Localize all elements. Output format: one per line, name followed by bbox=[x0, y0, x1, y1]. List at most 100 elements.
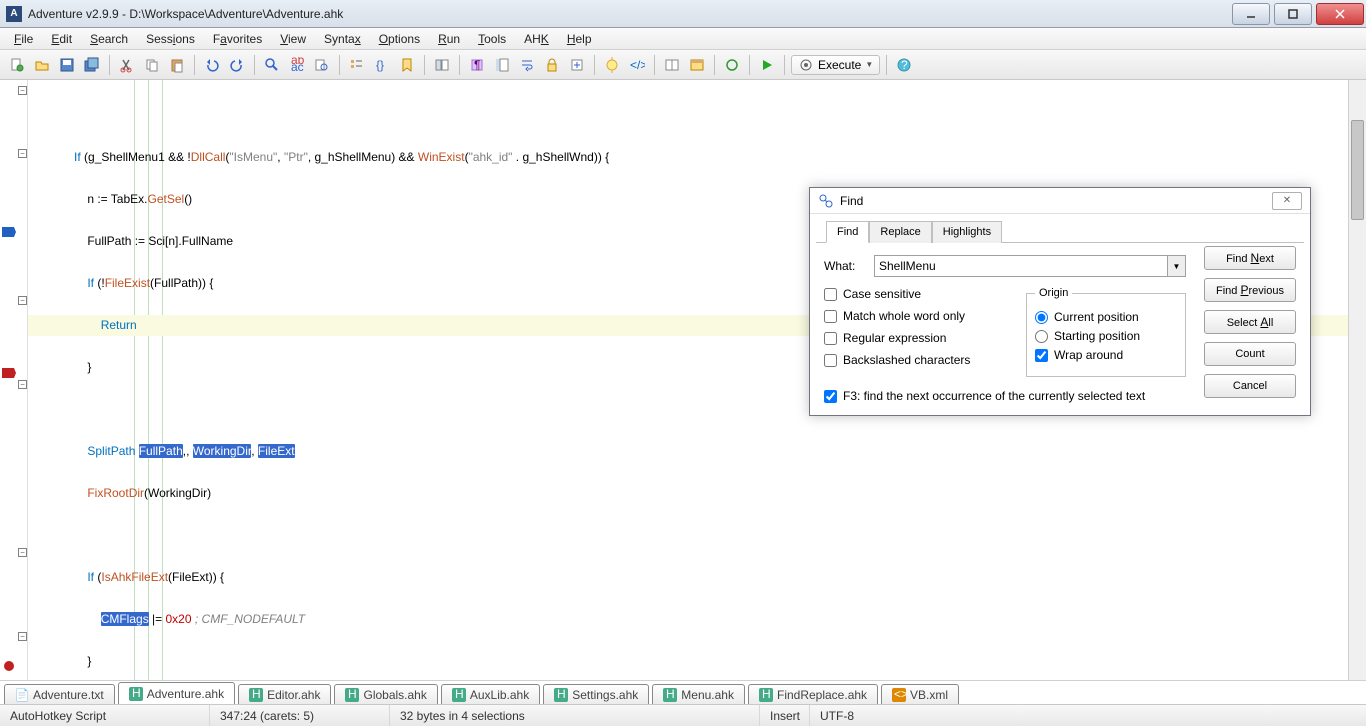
xml-icon: <> bbox=[892, 688, 906, 702]
fold-marker[interactable]: − bbox=[18, 548, 27, 557]
new-window-icon[interactable] bbox=[686, 54, 708, 76]
gutter[interactable]: − − − − − − bbox=[0, 80, 28, 680]
fold-marker[interactable]: − bbox=[18, 380, 27, 389]
menu-favorites[interactable]: Favorites bbox=[205, 30, 270, 48]
find-files-icon[interactable] bbox=[311, 54, 333, 76]
menu-tools[interactable]: Tools bbox=[470, 30, 514, 48]
bookmark-icon[interactable] bbox=[396, 54, 418, 76]
svg-text:H: H bbox=[455, 688, 464, 701]
fold-marker[interactable]: − bbox=[18, 632, 27, 641]
breakpoint[interactable] bbox=[2, 660, 16, 672]
help-icon[interactable]: ? bbox=[893, 54, 915, 76]
new-file-icon[interactable] bbox=[6, 54, 28, 76]
svg-text:H: H bbox=[132, 687, 141, 700]
maximize-button[interactable] bbox=[1274, 3, 1312, 25]
fold-icon[interactable] bbox=[566, 54, 588, 76]
minimize-button[interactable] bbox=[1232, 3, 1270, 25]
func-list-icon[interactable] bbox=[346, 54, 368, 76]
ahk-icon: H bbox=[249, 688, 263, 702]
close-button[interactable] bbox=[1316, 3, 1364, 25]
execute-dropdown[interactable]: Execute ▼ bbox=[791, 55, 880, 75]
whitespace-icon[interactable]: ¶ bbox=[466, 54, 488, 76]
menu-view[interactable]: View bbox=[272, 30, 314, 48]
menubar: File Edit Search Sessions Favorites View… bbox=[0, 28, 1366, 50]
menu-file[interactable]: File bbox=[6, 30, 41, 48]
editor-area: − − − − − − If (g_ShellMenu1 && !DllCall… bbox=[0, 80, 1366, 680]
statusbar: AutoHotkey Script 347:24 (carets: 5) 32 … bbox=[0, 704, 1366, 726]
status-mode: Insert bbox=[760, 705, 810, 726]
explorer-icon[interactable] bbox=[431, 54, 453, 76]
save-all-icon[interactable] bbox=[81, 54, 103, 76]
menu-syntax[interactable]: Syntax bbox=[316, 30, 369, 48]
ahk-icon: H bbox=[129, 687, 143, 701]
file-tab[interactable]: HAdventure.ahk bbox=[118, 682, 235, 704]
fold-marker[interactable]: − bbox=[18, 296, 27, 305]
marker-red[interactable] bbox=[2, 368, 16, 380]
split-icon[interactable] bbox=[661, 54, 683, 76]
menu-search[interactable]: Search bbox=[82, 30, 136, 48]
file-tab[interactable]: 📄Adventure.txt bbox=[4, 684, 115, 704]
menu-run[interactable]: Run bbox=[430, 30, 468, 48]
what-label: What: bbox=[824, 259, 874, 273]
file-tabs: 📄Adventure.txt HAdventure.ahk HEditor.ah… bbox=[0, 680, 1366, 704]
chevron-down-icon: ▼ bbox=[865, 60, 873, 69]
file-tab[interactable]: HEditor.ahk bbox=[238, 684, 331, 704]
paste-icon[interactable] bbox=[166, 54, 188, 76]
vertical-scrollbar[interactable] bbox=[1348, 80, 1366, 680]
execute-label: Execute bbox=[818, 58, 861, 72]
status-language: AutoHotkey Script bbox=[0, 705, 210, 726]
file-tab[interactable]: HAuxLib.ahk bbox=[441, 684, 540, 704]
svg-text:¶: ¶ bbox=[474, 58, 480, 72]
svg-text:H: H bbox=[762, 688, 771, 701]
svg-text:<>: <> bbox=[894, 688, 906, 701]
save-icon[interactable] bbox=[56, 54, 78, 76]
menu-edit[interactable]: Edit bbox=[43, 30, 80, 48]
menu-help[interactable]: Help bbox=[559, 30, 600, 48]
wrap-icon[interactable] bbox=[516, 54, 538, 76]
readonly-icon[interactable] bbox=[541, 54, 563, 76]
highlight-icon[interactable] bbox=[601, 54, 623, 76]
titlebar: A Adventure v2.9.9 - D:\Workspace\Advent… bbox=[0, 0, 1366, 28]
file-tab[interactable]: HSettings.ahk bbox=[543, 684, 649, 704]
menu-sessions[interactable]: Sessions bbox=[138, 30, 203, 48]
redo-icon[interactable] bbox=[226, 54, 248, 76]
ahk-icon: H bbox=[452, 688, 466, 702]
cut-icon[interactable] bbox=[116, 54, 138, 76]
copy-icon[interactable] bbox=[141, 54, 163, 76]
brace-match-icon[interactable]: </> bbox=[626, 54, 648, 76]
file-tab[interactable]: HFindReplace.ahk bbox=[748, 684, 878, 704]
status-encoding: UTF-8 bbox=[810, 705, 1366, 726]
ahk-icon: H bbox=[554, 688, 568, 702]
marker-blue[interactable] bbox=[2, 227, 16, 239]
undo-icon[interactable] bbox=[201, 54, 223, 76]
svg-text:?: ? bbox=[901, 58, 908, 72]
txt-icon: 📄 bbox=[15, 688, 29, 702]
menu-ahk[interactable]: AHK bbox=[516, 30, 557, 48]
status-selection: 32 bytes in 4 selections bbox=[390, 705, 760, 726]
fold-marker[interactable]: − bbox=[18, 149, 27, 158]
svg-text:H: H bbox=[557, 688, 566, 701]
status-position: 347:24 (carets: 5) bbox=[210, 705, 390, 726]
ahk-icon: H bbox=[345, 688, 359, 702]
run-icon[interactable] bbox=[756, 54, 778, 76]
file-tab[interactable]: HGlobals.ahk bbox=[334, 684, 437, 704]
open-file-icon[interactable] bbox=[31, 54, 53, 76]
ahk-icon: H bbox=[759, 688, 773, 702]
find-icon[interactable] bbox=[261, 54, 283, 76]
menu-options[interactable]: Options bbox=[371, 30, 428, 48]
replace-icon[interactable]: abac bbox=[286, 54, 308, 76]
file-tab[interactable]: <>VB.xml bbox=[881, 684, 959, 704]
fold-marker[interactable]: − bbox=[18, 86, 27, 95]
symbol-icon[interactable]: {} bbox=[371, 54, 393, 76]
linenum-icon[interactable] bbox=[491, 54, 513, 76]
svg-text:H: H bbox=[252, 688, 261, 701]
toolbar: abac {} ¶ </> Execute ▼ ? bbox=[0, 50, 1366, 80]
svg-text:H: H bbox=[666, 688, 675, 701]
svg-text:H: H bbox=[348, 688, 357, 701]
refresh-icon[interactable] bbox=[721, 54, 743, 76]
window-title: Adventure v2.9.9 - D:\Workspace\Adventur… bbox=[28, 7, 1230, 21]
file-tab[interactable]: HMenu.ahk bbox=[652, 684, 745, 704]
gear-icon bbox=[798, 57, 814, 73]
svg-text:</>: </> bbox=[630, 58, 645, 72]
app-icon: A bbox=[6, 6, 22, 22]
